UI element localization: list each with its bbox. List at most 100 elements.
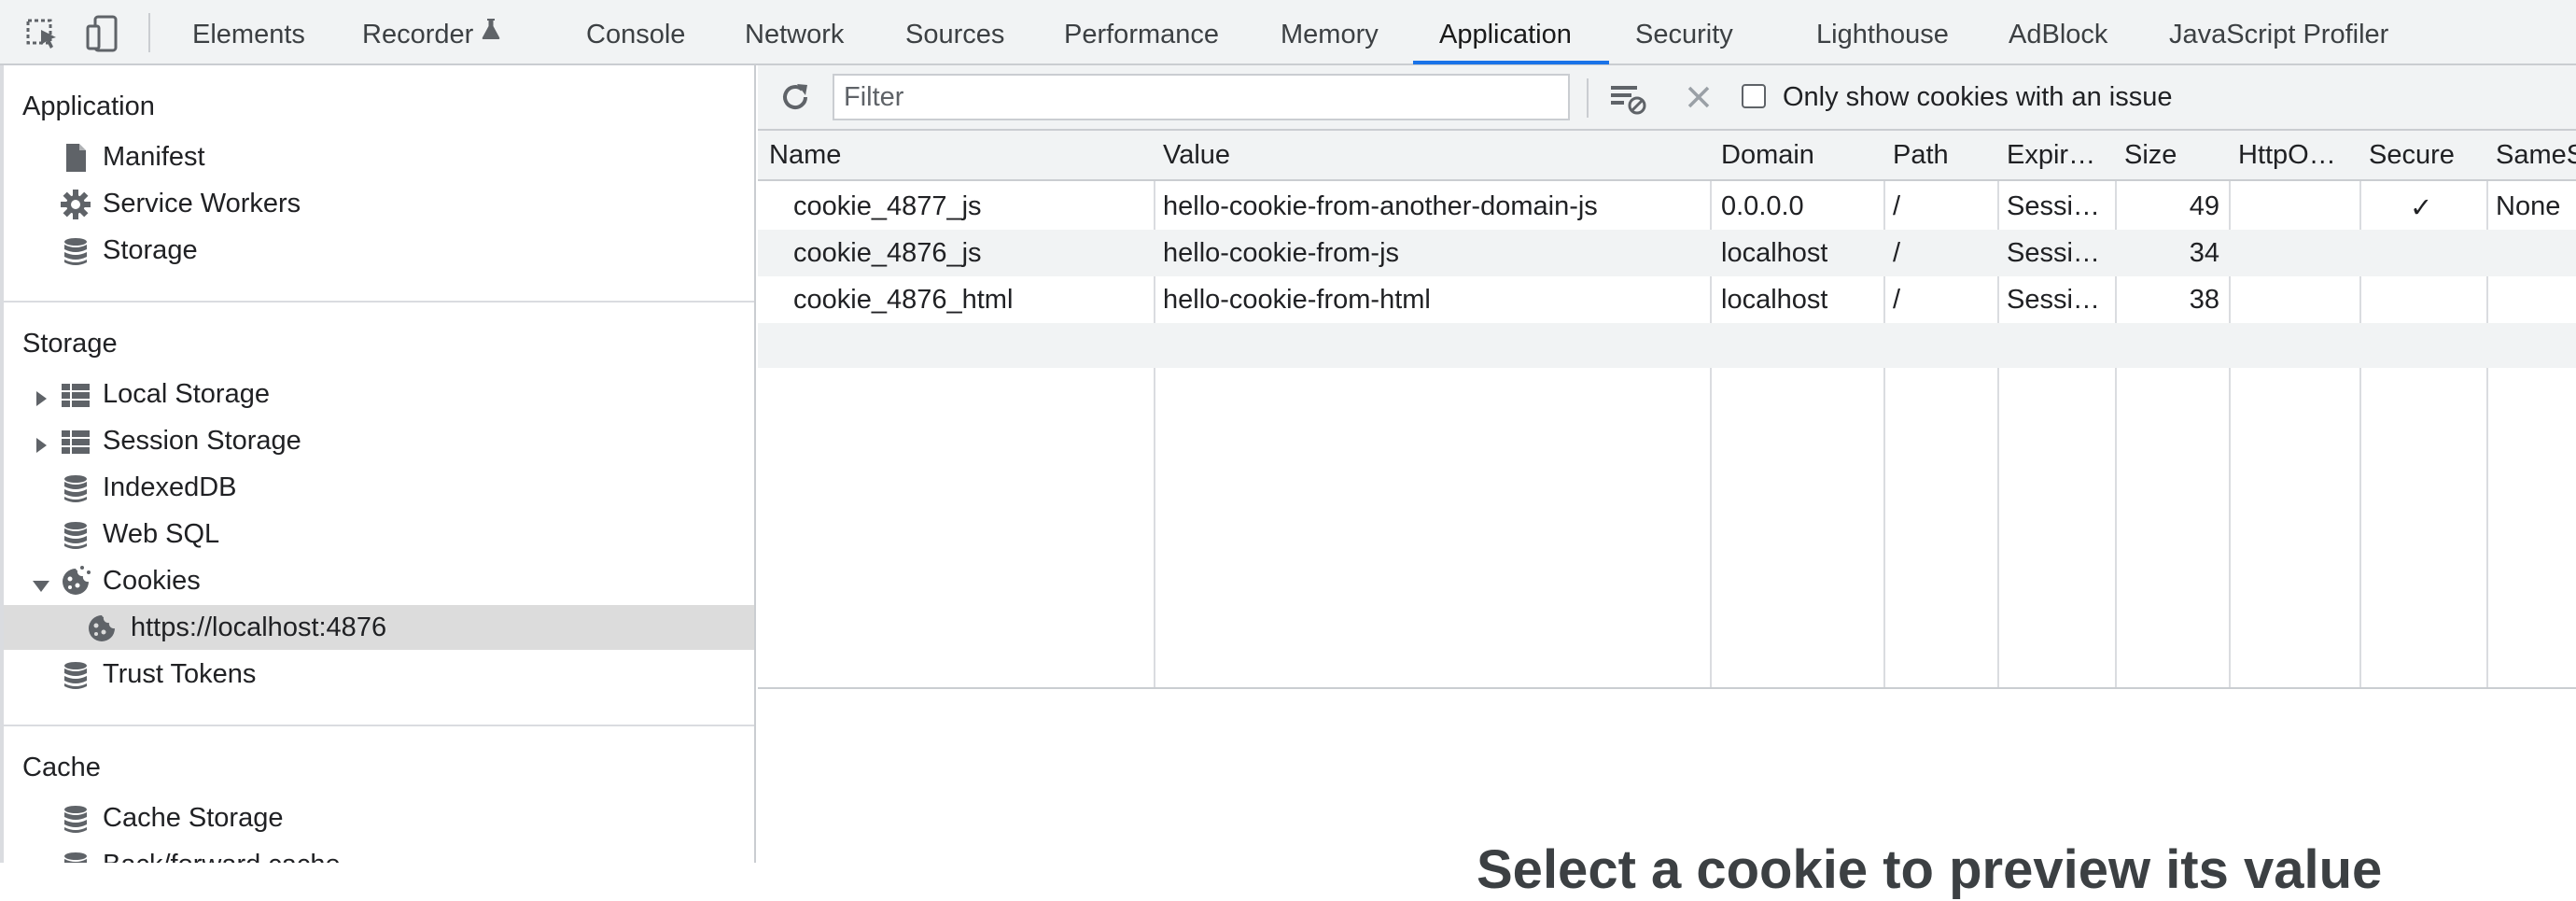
only-issues-checkbox[interactable] — [1742, 84, 1766, 108]
sidebar-item-back-forward-cache[interactable]: Back/forward cache — [4, 842, 754, 863]
tab-recorder[interactable]: Recorder — [362, 0, 501, 65]
column-header-samesite[interactable]: SameS — [2496, 140, 2576, 171]
document-icon — [60, 142, 91, 174]
tab-adblock[interactable]: AdBlock — [2009, 0, 2107, 65]
application-sidebar: Application Manifest Service Workers Sto… — [0, 65, 756, 863]
cookie-value-cell: hello-cookie-from-another-domain-js — [1163, 191, 1598, 221]
sidebar-item-label: Service Workers — [103, 189, 301, 218]
sidebar-item-cookies[interactable]: Cookies — [4, 558, 754, 603]
cookie-size-cell: 34 — [2189, 238, 2219, 268]
cookie-path-cell: / — [1893, 191, 1901, 221]
sidebar-item-label: Cache Storage — [103, 803, 284, 833]
clear-filtered-cookies-icon[interactable] — [1607, 77, 1648, 118]
cookie-value-cell: hello-cookie-from-html — [1163, 285, 1431, 315]
tab-elements[interactable]: Elements — [192, 0, 305, 65]
sidebar-left-edge — [0, 65, 4, 863]
cookie-size-cell: 38 — [2189, 285, 2219, 315]
tab-javascript-profiler[interactable]: JavaScript Profiler — [2169, 0, 2388, 65]
sidebar-item-local-storage[interactable]: Local Storage — [4, 372, 754, 416]
database-icon — [60, 472, 91, 504]
cookie-expires-cell: Sessi… — [2007, 285, 2100, 315]
cookie-samesite-cell: None — [2496, 191, 2561, 221]
expand-arrow-icon[interactable] — [32, 385, 50, 406]
column-header-value[interactable]: Value — [1163, 140, 1230, 171]
tab-console[interactable]: Console — [586, 0, 685, 65]
cookie-icon — [60, 566, 91, 598]
cookie-name-cell: cookie_4877_js — [793, 191, 982, 221]
only-issues-label[interactable]: Only show cookies with an issue — [1783, 82, 2172, 113]
table-header: Name Value Domain Path Expir… Size HttpO… — [758, 131, 2576, 181]
table-icon — [60, 379, 91, 411]
sidebar-item-session-storage[interactable]: Session Storage — [4, 418, 754, 463]
cookie-preview-pane: Select a cookie to preview its value — [758, 689, 2576, 900]
cookie-secure-cell: ✓ — [2410, 193, 2433, 223]
table-row[interactable]: cookie_4876_html hello-cookie-from-html … — [758, 276, 2576, 323]
sidebar-item-label: Back/forward cache — [103, 850, 341, 863]
sidebar-item-storage[interactable]: Storage — [4, 228, 754, 273]
tab-sources[interactable]: Sources — [905, 0, 1004, 65]
refresh-icon[interactable] — [777, 78, 814, 116]
gear-icon — [60, 189, 91, 220]
column-header-expires[interactable]: Expir… — [2007, 140, 2095, 171]
sidebar-item-label: https://localhost:4876 — [131, 612, 387, 642]
toolbar-separator — [148, 13, 150, 52]
cookie-domain-cell: 0.0.0.0 — [1721, 191, 1804, 221]
sidebar-item-label: Storage — [103, 235, 198, 265]
column-header-secure[interactable]: Secure — [2369, 140, 2455, 171]
collapse-arrow-icon[interactable] — [32, 571, 50, 592]
cookie-expires-cell: Sessi… — [2007, 238, 2100, 268]
sidebar-item-label: IndexedDB — [103, 472, 237, 502]
column-header-size[interactable]: Size — [2124, 140, 2177, 171]
section-divider — [4, 725, 754, 726]
cookie-domain-cell: localhost — [1721, 285, 1828, 315]
column-header-path[interactable]: Path — [1893, 140, 1949, 171]
sidebar-item-label: Web SQL — [103, 519, 220, 549]
cookie-expires-cell: Sessi… — [2007, 191, 2100, 221]
database-icon — [60, 850, 91, 863]
toolbar-separator — [1587, 78, 1589, 118]
sidebar-item-label: Manifest — [103, 142, 205, 172]
cookie-name-cell: cookie_4876_js — [793, 238, 982, 268]
sidebar-item-manifest[interactable]: Manifest — [4, 134, 754, 179]
sidebar-item-web-sql[interactable]: Web SQL — [4, 512, 754, 556]
section-divider — [4, 301, 754, 303]
tab-lighthouse[interactable]: Lighthouse — [1816, 0, 1949, 65]
sidebar-item-cookie-origin-localhost[interactable]: https://localhost:4876 — [4, 605, 754, 650]
tab-network[interactable]: Network — [745, 0, 844, 65]
cookie-path-cell: / — [1893, 285, 1901, 315]
preview-placeholder-text: Select a cookie to preview its value — [1477, 839, 2383, 900]
delete-cookie-icon[interactable] — [1680, 78, 1717, 116]
table-row[interactable]: cookie_4876_js hello-cookie-from-js loca… — [758, 230, 2576, 276]
tab-recorder-label: Recorder — [362, 20, 474, 49]
expand-arrow-icon[interactable] — [32, 431, 50, 453]
filter-input[interactable] — [833, 74, 1570, 120]
flask-icon — [481, 0, 501, 67]
tab-performance[interactable]: Performance — [1064, 0, 1219, 65]
column-header-httponly[interactable]: HttpO… — [2238, 140, 2336, 171]
sidebar-item-cache-storage[interactable]: Cache Storage — [4, 795, 754, 840]
sidebar-item-indexeddb[interactable]: IndexedDB — [4, 465, 754, 510]
column-header-domain[interactable]: Domain — [1721, 140, 1814, 171]
cookies-table: Name Value Domain Path Expir… Size HttpO… — [758, 131, 2576, 689]
device-toolbar-icon[interactable] — [82, 13, 123, 54]
cookie-icon — [86, 612, 118, 644]
sidebar-item-label: Local Storage — [103, 379, 270, 409]
section-title-cache: Cache — [22, 753, 101, 782]
active-tab-indicator — [1413, 61, 1609, 64]
sidebar-item-service-workers[interactable]: Service Workers — [4, 181, 754, 226]
cookie-path-cell: / — [1893, 238, 1901, 268]
section-title-application: Application — [22, 92, 155, 121]
sidebar-item-label: Trust Tokens — [103, 659, 257, 689]
sidebar-item-label: Session Storage — [103, 426, 301, 456]
table-icon — [60, 426, 91, 458]
sidebar-item-trust-tokens[interactable]: Trust Tokens — [4, 652, 754, 697]
inspect-element-icon[interactable] — [22, 13, 63, 54]
column-header-name[interactable]: Name — [769, 140, 841, 171]
tab-memory[interactable]: Memory — [1281, 0, 1379, 65]
cookie-value-cell: hello-cookie-from-js — [1163, 238, 1400, 268]
table-row[interactable]: cookie_4877_js hello-cookie-from-another… — [758, 183, 2576, 230]
tab-application[interactable]: Application — [1439, 0, 1572, 65]
sidebar-item-label: Cookies — [103, 566, 201, 596]
tab-security[interactable]: Security — [1635, 0, 1733, 65]
database-icon — [60, 659, 91, 691]
